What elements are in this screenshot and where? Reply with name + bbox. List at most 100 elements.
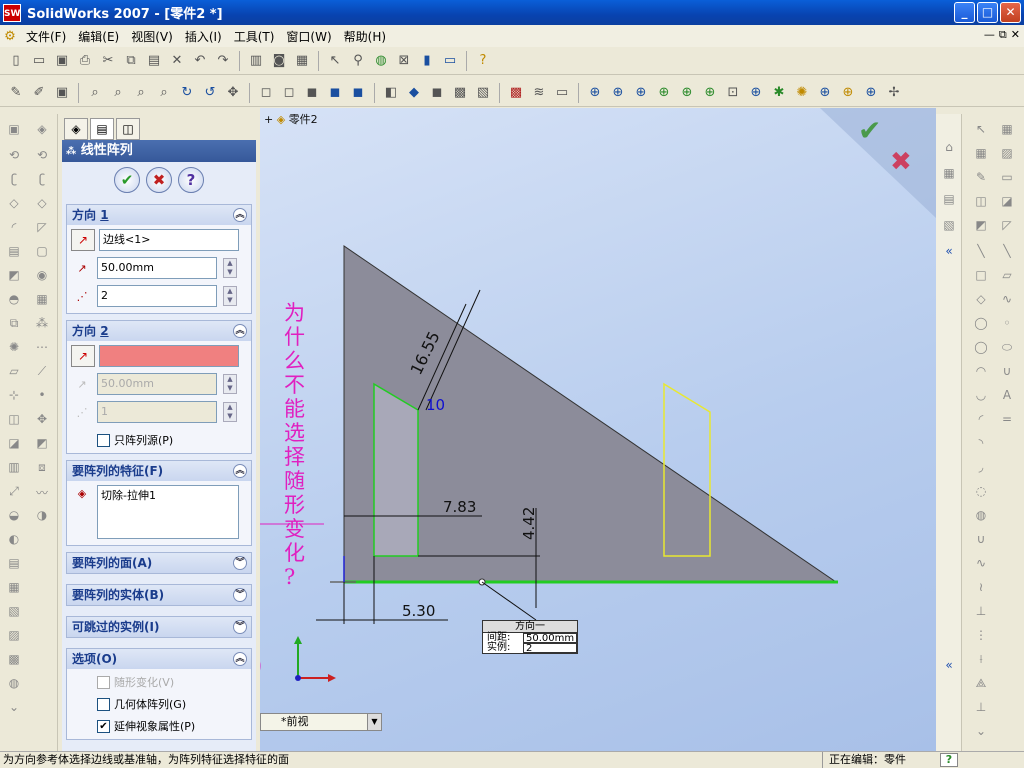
freeform-icon[interactable]: ◐ <box>5 532 23 548</box>
doc-close-button[interactable]: ✕ <box>1011 28 1020 42</box>
perspective-icon[interactable]: ▧ <box>473 83 493 103</box>
spacing-spinner[interactable]: ▲ ▼ <box>223 258 237 278</box>
view-orient-icon[interactable]: ◆ <box>404 83 424 103</box>
linear-pattern-icon[interactable]: ⁂ <box>33 316 51 332</box>
tile-vertical-icon[interactable]: ▮ <box>417 51 437 71</box>
tool-a-icon[interactable]: ▦ <box>5 580 23 596</box>
centerline-icon[interactable]: ╲ <box>998 244 1016 260</box>
ordinate-dim-icon[interactable]: ◩ <box>972 218 990 234</box>
checkbox-box[interactable] <box>97 433 110 447</box>
intersect-icon[interactable]: ◩ <box>33 436 51 452</box>
config-manager-tab[interactable]: ◫ <box>116 118 140 140</box>
help-button[interactable]: ? <box>178 167 204 193</box>
expand-icon[interactable]: ︾ <box>233 556 247 570</box>
expand-icon[interactable]: ︾ <box>233 588 247 602</box>
parallelogram-icon[interactable]: ▱ <box>998 268 1016 284</box>
chevron-down-icon[interactable]: ▼ <box>367 714 381 730</box>
library-icon[interactable]: ▤ <box>5 556 23 572</box>
view-selector[interactable]: *前视 ▼ <box>260 713 382 731</box>
scroll-down-icon[interactable]: ⌄ <box>972 724 990 740</box>
print-icon[interactable]: ⎙ <box>75 51 95 71</box>
move-entity-icon[interactable]: ⋮ <box>972 628 990 644</box>
section-view-icon[interactable]: ◧ <box>381 83 401 103</box>
checkbox-box[interactable] <box>97 697 110 711</box>
axis-icon[interactable]: ⊕ <box>631 83 651 103</box>
confirm-ok-icon[interactable]: ✔ <box>858 114 881 147</box>
collapse-icon[interactable]: ︽ <box>233 652 247 666</box>
new-icon[interactable]: ▯ <box>6 51 26 71</box>
equal-icon[interactable]: = <box>998 412 1016 428</box>
sweep-icon[interactable]: ʗ <box>5 172 23 188</box>
geometry-pattern-checkbox[interactable]: 几何体阵列(G) <box>97 693 186 715</box>
propagate-visual-checkbox[interactable]: ✔ 延伸视象属性(P) <box>97 715 195 737</box>
spacing-spinner[interactable]: ▲ ▼ <box>223 374 237 394</box>
collapse-left-icon[interactable]: « <box>940 244 958 260</box>
parabola-icon[interactable]: ∪ <box>998 364 1016 380</box>
sketch-chamfer-icon[interactable]: ◞ <box>972 460 990 476</box>
direction2-header[interactable]: 方向 2 ︽ <box>67 321 251 341</box>
vary-sketch-checkbox[interactable]: 随形变化(V) <box>97 671 174 693</box>
collapse-icon[interactable]: ︽ <box>233 324 247 338</box>
vertical-dim-icon[interactable]: ◫ <box>972 194 990 210</box>
mirror-entity-icon[interactable]: ⟊ <box>972 652 990 668</box>
feature-list-item[interactable]: 切除-拉伸1 <box>101 489 156 502</box>
dim-7-83[interactable]: 7.83 <box>443 498 476 516</box>
bodies-header[interactable]: 要阵列的实体(B) ︾ <box>67 585 251 605</box>
features-list[interactable]: 切除-拉伸1 <box>97 485 239 539</box>
texture-icon[interactable]: ≋ <box>529 83 549 103</box>
camera-icon[interactable]: ◙ <box>269 51 289 71</box>
perimeter-circle-icon[interactable]: ◯ <box>972 340 990 356</box>
undo-icon[interactable]: ↶ <box>190 51 210 71</box>
checkbox-box[interactable]: ✔ <box>97 719 110 733</box>
revolve-icon[interactable]: ⟲ <box>5 148 23 164</box>
dim-10[interactable]: 10 <box>426 396 445 414</box>
hide-show-icon[interactable]: ⊕ <box>585 83 605 103</box>
more-icon[interactable]: ✢ <box>884 83 904 103</box>
offset-icon[interactable]: ◌ <box>972 484 990 500</box>
view-palette-icon[interactable]: ▧ <box>940 218 958 234</box>
fit-window-icon[interactable]: ⊠ <box>394 51 414 71</box>
indent-icon[interactable]: ◑ <box>33 508 51 524</box>
tile-horizontal-icon[interactable]: ▭ <box>440 51 460 71</box>
features-header[interactable]: 要阵列的特征(F) ︽ <box>67 461 251 481</box>
select-arrow-icon[interactable]: ↖ <box>325 51 345 71</box>
scroll-down-icon[interactable]: ⌄ <box>5 700 23 716</box>
pan-icon[interactable]: ✥ <box>223 83 243 103</box>
flex-icon[interactable]: 〰 <box>33 484 51 500</box>
select-icon[interactable]: ↖ <box>972 122 990 138</box>
confirm-cancel-icon[interactable]: ✖ <box>890 147 912 177</box>
rebuild-icon[interactable]: ▥ <box>246 51 266 71</box>
circle-icon[interactable]: ◯ <box>972 316 990 332</box>
feature-tree-tab[interactable]: ◈ <box>64 118 88 140</box>
relations-icon[interactable]: ✱ <box>769 83 789 103</box>
plane-feature-icon[interactable]: ▱ <box>5 364 23 380</box>
plane-icon[interactable]: ⊕ <box>608 83 628 103</box>
dim-4-42[interactable]: 4.42 <box>520 507 538 540</box>
menu-tools[interactable]: 工具(T) <box>228 28 281 45</box>
options-header[interactable]: 选项(O) ︽ <box>67 649 251 669</box>
open-icon[interactable]: ▭ <box>29 51 49 71</box>
doc-restore-button[interactable]: ⧉ <box>999 28 1007 42</box>
file-explorer-icon[interactable]: ▤ <box>940 192 958 208</box>
direction2-count-field[interactable]: 1 <box>97 401 217 423</box>
circular-pattern-icon[interactable]: ✺ <box>5 340 23 356</box>
sketch-fillet-icon[interactable]: ◝ <box>972 436 990 452</box>
dim-5-30[interactable]: 5.30 <box>402 602 435 620</box>
cameras-icon[interactable]: ⊕ <box>815 83 835 103</box>
combine-icon[interactable]: ◪ <box>5 436 23 452</box>
skip-header[interactable]: 可跳过的实例(I) ︾ <box>67 617 251 637</box>
rib-icon[interactable]: ▤ <box>5 244 23 260</box>
close-button[interactable]: ✕ <box>1000 2 1021 23</box>
minimize-button[interactable]: _ <box>954 2 975 23</box>
only-seed-checkbox[interactable]: 只阵列源(P) <box>97 429 173 451</box>
shadow-icon[interactable]: ◼ <box>427 83 447 103</box>
direction1-spacing-field[interactable]: 50.00mm <box>97 257 217 279</box>
split-icon[interactable]: ◫ <box>5 412 23 428</box>
polygon-icon[interactable]: ◇ <box>972 292 990 308</box>
shaded-edges-icon[interactable]: ◼ <box>325 83 345 103</box>
draft-icon[interactable]: ◩ <box>5 268 23 284</box>
doc-minimize-button[interactable]: — <box>984 28 995 42</box>
curve-pattern-icon[interactable]: ⋯ <box>33 340 51 356</box>
axis-feature-icon[interactable]: ⟋ <box>33 364 51 380</box>
callout-count-value[interactable]: 2 <box>523 643 577 654</box>
